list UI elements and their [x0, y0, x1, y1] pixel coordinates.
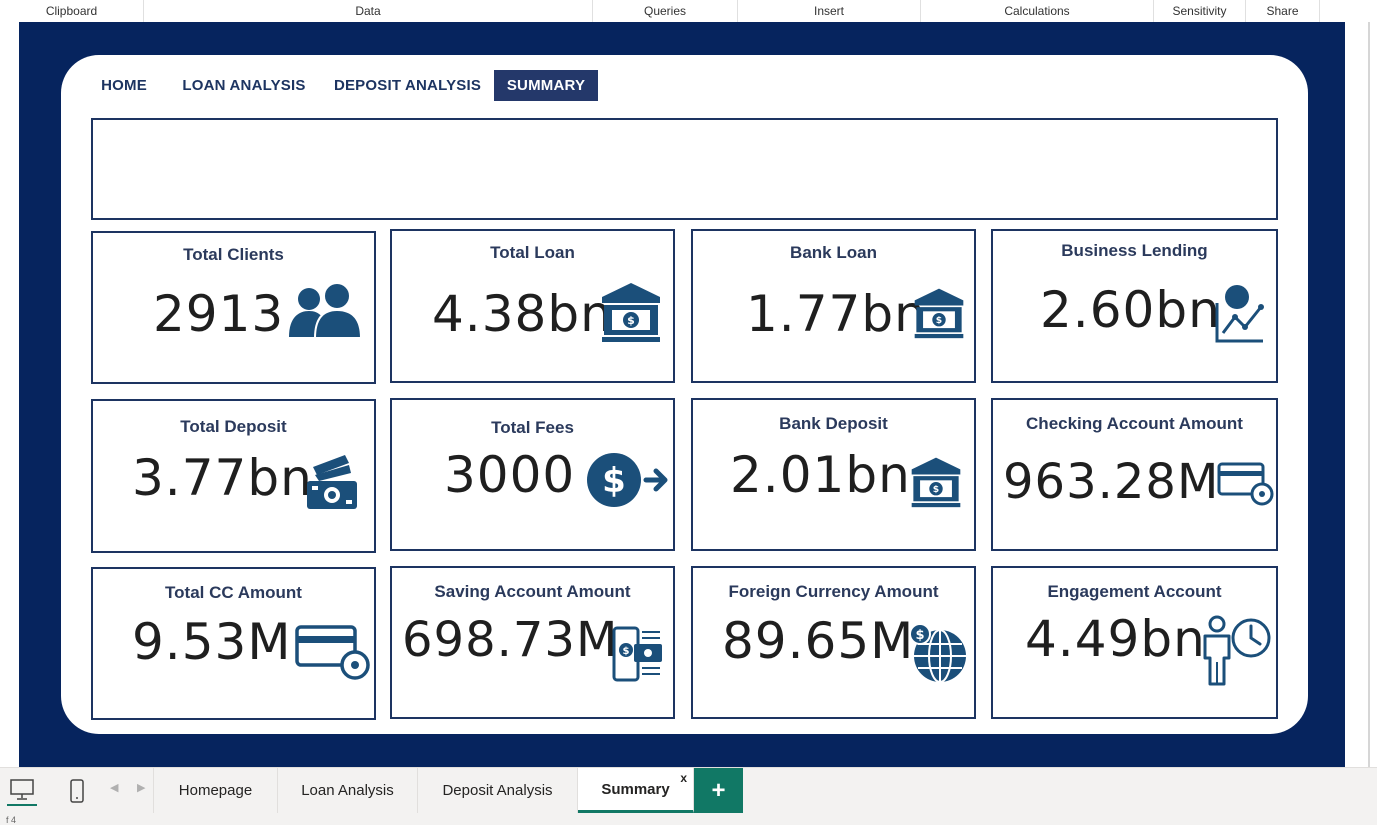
kpi-total-clients[interactable]: Total Clients 2913: [91, 231, 376, 384]
status-bar: f 4: [0, 813, 1377, 825]
kpi-label: Total Clients: [183, 245, 284, 264]
kpi-value: 3.77bn: [132, 449, 313, 507]
kpi-total-cc-amount[interactable]: Total CC Amount 9.53M: [91, 567, 376, 720]
desktop-layout-button[interactable]: [7, 776, 37, 806]
ribbon-group-sensitivity[interactable]: Sensitivity: [1154, 0, 1246, 22]
card-settings-icon: [295, 625, 370, 680]
ribbon-group-clipboard[interactable]: Clipboard: [0, 0, 144, 22]
tab-homepage[interactable]: Homepage: [153, 768, 278, 813]
nav-deposit-analysis-button[interactable]: DEPOSIT ANALYSIS: [330, 70, 485, 101]
kpi-bank-deposit[interactable]: Bank Deposit 2.01bn $: [691, 398, 976, 551]
kpi-value: 2.01bn: [730, 446, 911, 504]
kpi-value: 1.77bn: [746, 285, 927, 343]
scroll-tabs-left-icon[interactable]: ◀: [110, 781, 118, 794]
kpi-value: 4.38bn: [432, 285, 613, 343]
tab-summary-label: Summary: [601, 780, 670, 798]
ribbon-group-queries[interactable]: Queries: [593, 0, 738, 22]
ribbon-group-labels: Clipboard Data Queries Insert Calculatio…: [0, 0, 1377, 22]
person-clock-icon: [1203, 615, 1271, 686]
kpi-label: Bank Loan: [790, 243, 877, 262]
globe-dollar-icon: $: [909, 623, 966, 683]
kpi-label: Total Deposit: [180, 417, 287, 436]
card-settings-icon: [1217, 462, 1274, 506]
kpi-total-deposit[interactable]: Total Deposit 3.77bn: [91, 399, 376, 553]
kpi-label: Bank Deposit: [779, 414, 888, 433]
kpi-engagement-account[interactable]: Engagement Account 4.49bn: [991, 566, 1278, 719]
kpi-value: 698.73M: [402, 612, 619, 668]
vertical-scrollbar[interactable]: [1368, 22, 1370, 767]
people-icon: [289, 282, 363, 339]
kpi-bank-loan[interactable]: Bank Loan 1.77bn $: [691, 229, 976, 383]
desktop-icon: [10, 779, 34, 800]
bank-icon: $: [602, 283, 660, 342]
nav-home-button[interactable]: HOME: [94, 70, 154, 101]
kpi-label: Foreign Currency Amount: [728, 582, 939, 601]
kpi-label: Business Lending: [1061, 241, 1208, 260]
nav-summary-button[interactable]: SUMMARY: [494, 70, 598, 101]
bank-icon: $: [914, 288, 964, 339]
growth-chart-icon: [1215, 285, 1264, 343]
svg-text:$: $: [915, 628, 924, 643]
kpi-label: Total Fees: [491, 418, 574, 437]
mobile-layout-button[interactable]: [62, 776, 92, 806]
kpi-total-fees[interactable]: Total Fees 3000 $: [390, 398, 675, 551]
kpi-value: 4.49bn: [1025, 610, 1206, 668]
kpi-value: 2913: [153, 285, 285, 343]
kpi-label: Checking Account Amount: [1026, 414, 1243, 433]
mobile-icon: [70, 779, 84, 803]
kpi-value: 3000: [444, 446, 576, 504]
cash-icon: [307, 455, 357, 509]
page-indicator: f 4: [6, 815, 17, 825]
tab-summary[interactable]: Summary x: [578, 768, 694, 813]
kpi-label: Total Loan: [490, 243, 575, 262]
svg-text:$: $: [627, 314, 635, 327]
ribbon-group-calculations[interactable]: Calculations: [921, 0, 1154, 22]
svg-text:$: $: [602, 461, 626, 501]
kpi-value: 9.53M: [132, 613, 292, 671]
kpi-label: Total CC Amount: [165, 583, 302, 602]
tab-deposit-analysis[interactable]: Deposit Analysis: [418, 768, 578, 813]
kpi-value: 2.60bn: [1040, 281, 1221, 339]
svg-text:$: $: [623, 646, 630, 657]
tab-loan-analysis[interactable]: Loan Analysis: [278, 768, 418, 813]
svg-text:$: $: [936, 315, 942, 326]
kpi-label: Saving Account Amount: [434, 582, 631, 601]
kpi-foreign-currency-amount[interactable]: Foreign Currency Amount 89.65M $: [691, 566, 976, 719]
page-tab-bar: ◀ ▶ Homepage Loan Analysis Deposit Analy…: [0, 767, 1377, 813]
bank-icon: $: [911, 457, 961, 508]
close-tab-icon[interactable]: x: [680, 771, 687, 785]
kpi-value: 963.28M: [1003, 454, 1220, 510]
dollar-transfer-icon: $: [587, 453, 668, 507]
ribbon-group-data[interactable]: Data: [144, 0, 593, 22]
header-banner: [91, 118, 1278, 220]
mobile-payment-icon: $: [612, 626, 662, 682]
ribbon-group-share[interactable]: Share: [1246, 0, 1320, 22]
kpi-total-loan[interactable]: Total Loan 4.38bn $: [390, 229, 675, 383]
ribbon-group-insert[interactable]: Insert: [738, 0, 921, 22]
kpi-value: 89.65M: [722, 612, 915, 670]
scroll-tabs-right-icon[interactable]: ▶: [137, 781, 145, 794]
kpi-label: Engagement Account: [1047, 582, 1222, 601]
nav-loan-analysis-button[interactable]: LOAN ANALYSIS: [176, 70, 312, 101]
svg-text:$: $: [933, 484, 939, 495]
add-page-button[interactable]: +: [694, 768, 743, 813]
kpi-business-lending[interactable]: Business Lending 2.60bn: [991, 229, 1278, 383]
kpi-checking-account-amount[interactable]: Checking Account Amount 963.28M: [991, 398, 1278, 551]
kpi-saving-account-amount[interactable]: Saving Account Amount 698.73M $: [390, 566, 675, 719]
